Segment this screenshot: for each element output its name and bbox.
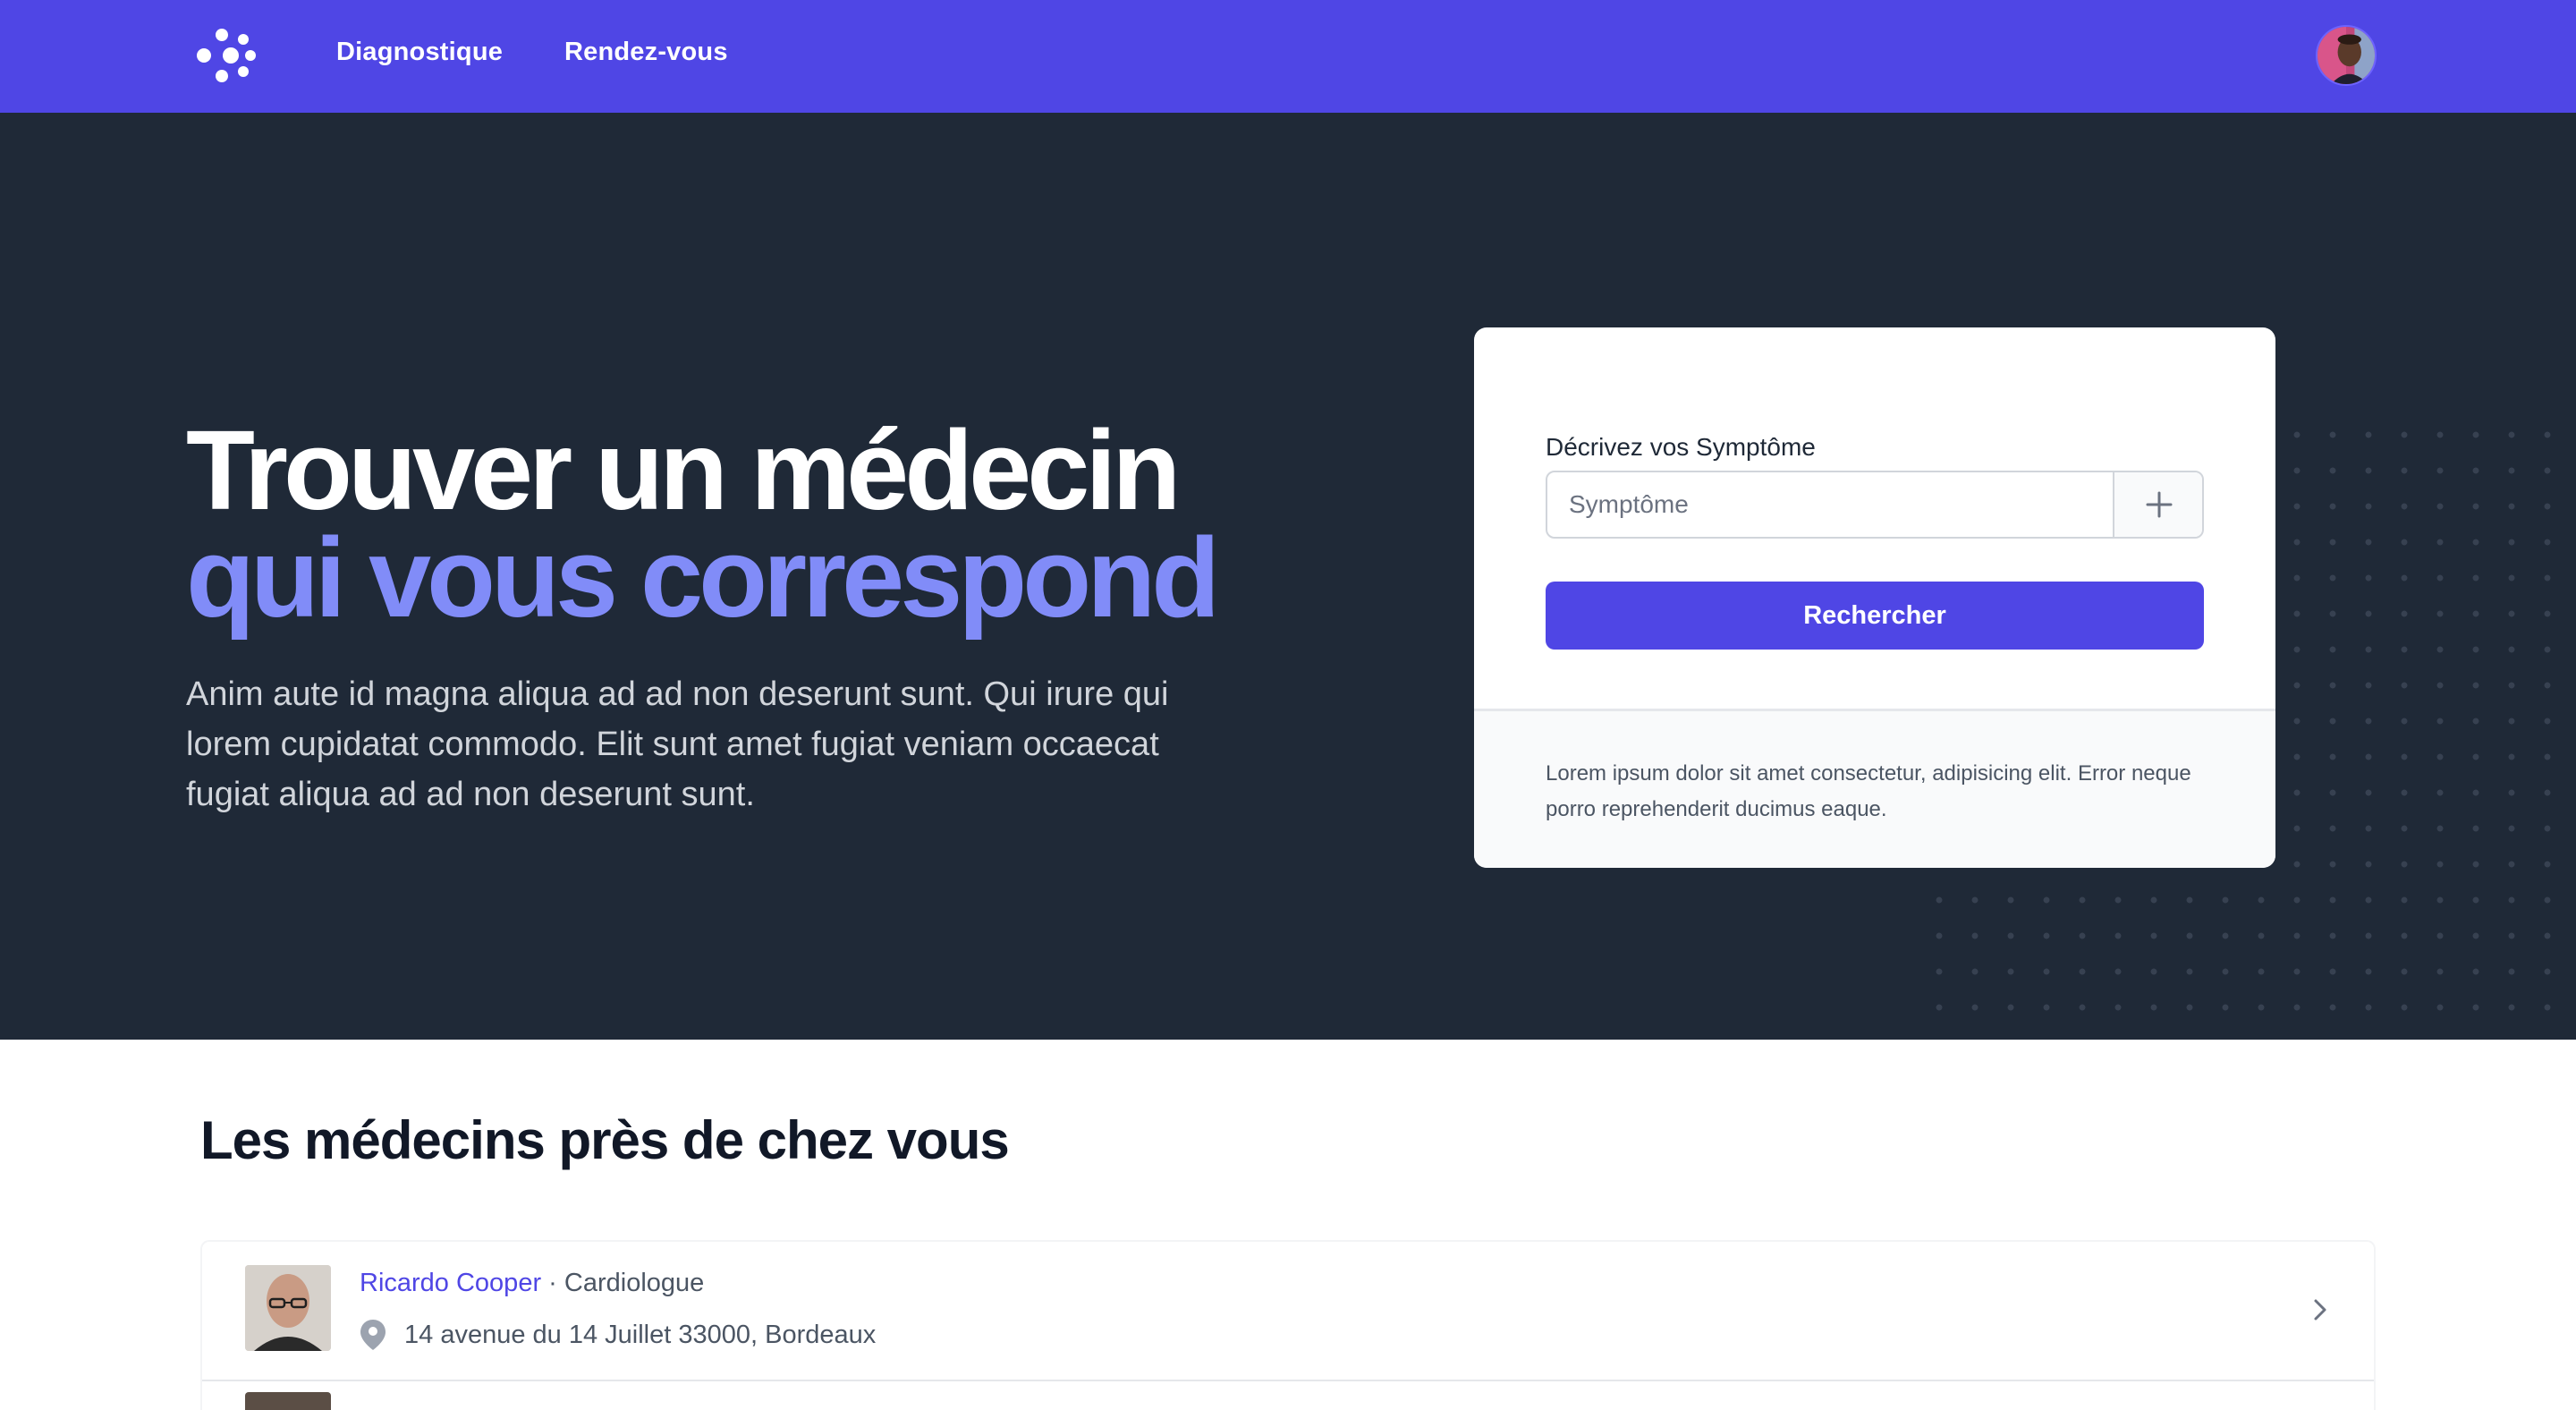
search-button[interactable]: Rechercher — [1546, 582, 2204, 650]
doctor-heading: Ricardo Cooper · Cardiologue — [360, 1269, 704, 1298]
nav-link-rendez-vous[interactable]: Rendez-vous — [564, 38, 728, 67]
plus-icon — [2146, 491, 2173, 518]
nav-link-diagnostique[interactable]: Diagnostique — [336, 38, 503, 67]
top-navigation-bar: Diagnostique Rendez-vous — [0, 0, 2576, 113]
doctor-list-item[interactable] — [202, 1383, 2374, 1410]
card-footer-text: Lorem ipsum dolor sit amet consectetur, … — [1546, 761, 2191, 821]
symptom-label: Décrivez vos Symptôme — [1546, 433, 1816, 461]
avatar[interactable] — [2316, 25, 2377, 86]
hero-title-line2: qui vous correspond — [186, 514, 1220, 641]
location-pin-icon — [360, 1320, 386, 1350]
doctor-name[interactable]: Ricardo Cooper — [360, 1269, 541, 1297]
doctor-list: Ricardo Cooper · Cardiologue 14 avenue d… — [200, 1240, 2376, 1410]
doctor-list-item[interactable]: Ricardo Cooper · Cardiologue 14 avenue d… — [202, 1242, 2374, 1381]
card-footer: Lorem ipsum dolor sit amet consectetur, … — [1474, 709, 2275, 868]
symptom-input[interactable] — [1547, 472, 2113, 537]
doctor-separator: · — [541, 1269, 564, 1297]
add-symptom-button[interactable] — [2113, 472, 2202, 537]
chevron-right-icon — [2314, 1299, 2326, 1321]
doctor-address: 14 avenue du 14 Juillet 33000, Bordeaux — [404, 1320, 877, 1349]
hero-title: Trouver un médecin qui vous correspond — [186, 407, 1220, 641]
avatar-image — [2318, 27, 2375, 84]
doctor-address-row: 14 avenue du 14 Juillet 33000, Bordeaux — [360, 1319, 876, 1351]
hero-description: Anim aute id magna aliqua ad ad non dese… — [186, 675, 1169, 813]
doctors-section-title: Les médecins près de chez vous — [200, 1110, 1010, 1170]
symptom-input-group — [1546, 471, 2204, 539]
doctor-photo — [245, 1392, 331, 1410]
logo-icon[interactable] — [197, 27, 258, 84]
doctor-photo — [245, 1265, 331, 1351]
doctor-specialty: Cardiologue — [564, 1269, 705, 1297]
symptom-search-card: Décrivez vos Symptôme Rechercher Lorem i… — [1474, 327, 2275, 868]
hero-title-line1: Trouver un médecin — [186, 407, 1181, 533]
